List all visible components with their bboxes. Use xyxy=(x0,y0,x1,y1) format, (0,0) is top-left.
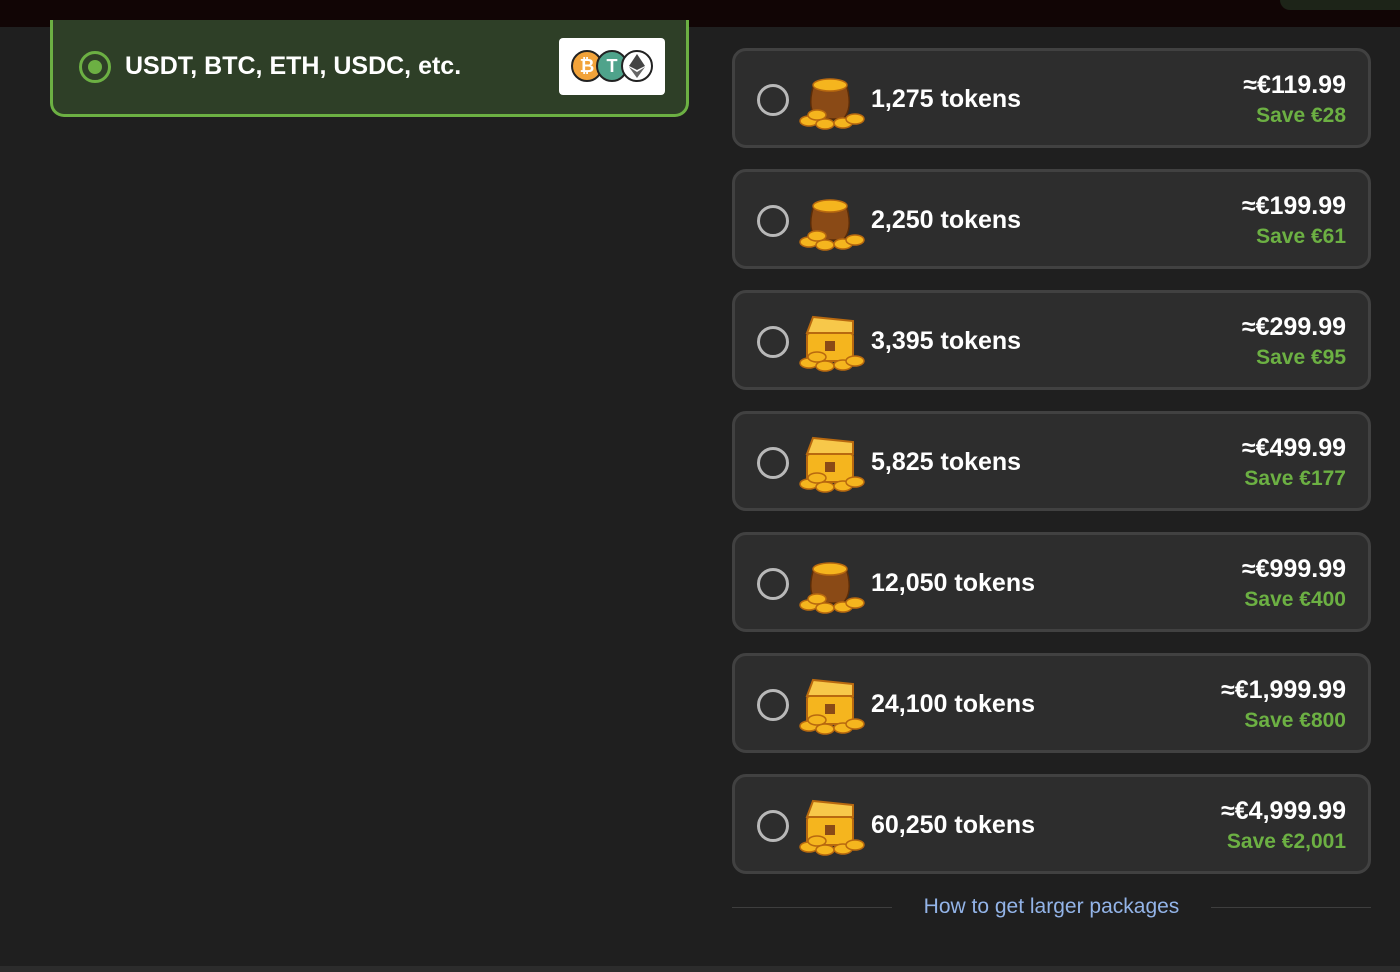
package-tokens: 60,250 tokens xyxy=(871,811,1035,839)
package-price: ≈€4,999.99 xyxy=(1221,797,1346,825)
treasure-chest-bag-icon xyxy=(795,553,865,615)
package-option[interactable]: 5,825 tokens ≈€499.99 Save €177 xyxy=(732,411,1371,511)
package-tokens: 1,275 tokens xyxy=(871,85,1022,113)
treasure-chest-coins-icon xyxy=(795,432,865,494)
eth-coin-icon xyxy=(621,50,653,82)
radio-unselected[interactable] xyxy=(757,326,789,358)
radio-unselected[interactable] xyxy=(757,689,789,721)
larger-packages-link[interactable]: How to get larger packages xyxy=(732,895,1371,919)
coin-bag-small-icon xyxy=(795,69,865,131)
package-tokens: 3,395 tokens xyxy=(871,327,1022,355)
treasure-chest-open-icon xyxy=(795,311,865,373)
package-savings: Save €177 xyxy=(1244,467,1346,490)
crypto-logos: ₿ T xyxy=(559,38,665,95)
radio-unselected[interactable] xyxy=(757,84,789,116)
package-savings: Save €95 xyxy=(1256,346,1346,369)
package-option[interactable]: 12,050 tokens ≈€999.99 Save €400 xyxy=(732,532,1371,632)
payment-method-crypto[interactable]: USDT, BTC, ETH, USDC, etc. ₿ T xyxy=(50,20,689,117)
bottom-divider xyxy=(0,966,1400,972)
package-savings: Save €61 xyxy=(1256,225,1346,248)
package-price: ≈€999.99 xyxy=(1241,555,1346,583)
package-option[interactable]: 3,395 tokens ≈€299.99 Save €95 xyxy=(732,290,1371,390)
package-savings: Save €28 xyxy=(1256,104,1346,127)
top-bar-pill xyxy=(1280,0,1400,10)
larger-packages-row: How to get larger packages xyxy=(732,893,1371,923)
package-price: ≈€299.99 xyxy=(1241,313,1346,341)
package-savings: Save €800 xyxy=(1244,709,1346,732)
radio-unselected[interactable] xyxy=(757,568,789,600)
package-price: ≈€119.99 xyxy=(1243,71,1346,99)
package-price: ≈€199.99 xyxy=(1241,192,1346,220)
coin-bag-large-icon xyxy=(795,190,865,252)
package-tokens: 24,100 tokens xyxy=(871,690,1035,718)
radio-unselected[interactable] xyxy=(757,810,789,842)
package-tokens: 5,825 tokens xyxy=(871,448,1022,476)
package-price: ≈€499.99 xyxy=(1241,434,1346,462)
treasure-pile-icon xyxy=(795,674,865,736)
package-savings: Save €400 xyxy=(1244,588,1346,611)
radio-unselected[interactable] xyxy=(757,205,789,237)
package-tokens: 2,250 tokens xyxy=(871,206,1022,234)
package-tokens: 12,050 tokens xyxy=(871,569,1035,597)
package-option[interactable]: 60,250 tokens ≈€4,999.99 Save €2,001 xyxy=(732,774,1371,874)
radio-selected[interactable] xyxy=(79,51,111,83)
package-option[interactable]: 2,250 tokens ≈€199.99 Save €61 xyxy=(732,169,1371,269)
package-price: ≈€1,999.99 xyxy=(1221,676,1346,704)
package-option[interactable]: 1,275 tokens ≈€119.99 Save €28 xyxy=(732,48,1371,148)
package-savings: Save €2,001 xyxy=(1226,830,1346,853)
radio-unselected[interactable] xyxy=(757,447,789,479)
payment-method-label: USDT, BTC, ETH, USDC, etc. xyxy=(125,52,462,80)
treasure-hoard-icon xyxy=(795,795,865,857)
package-option[interactable]: 24,100 tokens ≈€1,999.99 Save €800 xyxy=(732,653,1371,753)
